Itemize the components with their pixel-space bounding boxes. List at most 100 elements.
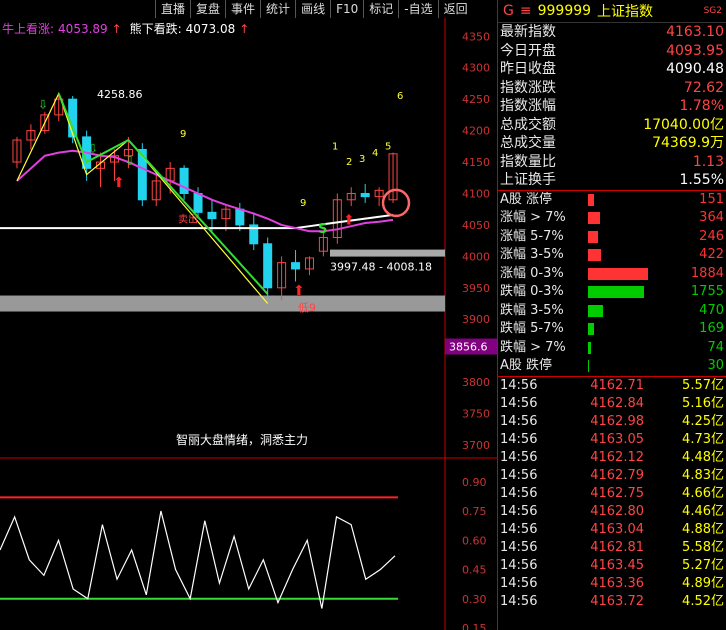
tick-time: 14:56 bbox=[500, 539, 538, 555]
quote-label: 总成交额 bbox=[500, 116, 556, 133]
count-label: 1 bbox=[332, 141, 338, 152]
sub-y-tick-label: 0.30 bbox=[462, 593, 487, 606]
toolbar-button-2[interactable]: 事件 bbox=[225, 0, 260, 18]
y-tick-label: 4300 bbox=[462, 62, 490, 75]
distribution-label: 跌幅 > 7% bbox=[500, 339, 566, 355]
distribution-bar bbox=[588, 341, 591, 354]
distribution-bar bbox=[588, 249, 602, 262]
tick-list[interactable]: 14:56 4162.71 5.57亿 14:56 4162.84 5.16亿 14:56 4… bbox=[498, 375, 726, 611]
support-band bbox=[0, 295, 445, 312]
tick-price: 4163.36 bbox=[590, 575, 644, 591]
distribution-value: 364 bbox=[699, 210, 724, 225]
distribution-list: A股 涨停 151 涨幅 > 7% 364 涨幅 5-7% 246 涨幅 3-5% 422 涨幅… bbox=[498, 189, 726, 376]
distribution-bar-track bbox=[588, 230, 684, 243]
tick-volume: 4.83亿 bbox=[682, 467, 724, 483]
ma-magenta-line bbox=[16, 149, 394, 233]
toolbar-button-6[interactable]: 标记 bbox=[363, 0, 398, 18]
quote-value: 74369.9万 bbox=[652, 135, 724, 151]
distribution-label: 跌幅 5-7% bbox=[500, 321, 564, 336]
tick-price: 4162.98 bbox=[590, 413, 644, 429]
tick-row: 14:56 4162.79 4.83亿 bbox=[498, 467, 726, 485]
y-tick-label: 4050 bbox=[462, 219, 490, 232]
distribution-bar bbox=[588, 212, 600, 225]
tick-volume: 4.89亿 bbox=[682, 575, 724, 591]
tick-time: 14:56 bbox=[500, 593, 538, 609]
tick-row: 14:56 4162.98 4.25亿 bbox=[498, 413, 726, 431]
resistance-band bbox=[330, 249, 445, 257]
quote-row: 总成交量 74369.9万 bbox=[498, 134, 726, 153]
distribution-bar bbox=[588, 304, 604, 317]
highlight-circle bbox=[381, 188, 411, 218]
tick-time: 14:56 bbox=[500, 413, 538, 429]
stock-code: 999999 bbox=[537, 3, 592, 19]
bull-arrow: ↑ bbox=[111, 22, 122, 36]
distribution-bar-track bbox=[588, 341, 684, 354]
toolbar-button-3[interactable]: 统计 bbox=[260, 0, 295, 18]
tick-time: 14:56 bbox=[500, 395, 538, 411]
toolbar-button-1[interactable]: 复盘 bbox=[190, 0, 225, 18]
tick-volume: 4.88亿 bbox=[682, 521, 724, 537]
count-label: 6 bbox=[397, 91, 403, 102]
count-label: 3 bbox=[359, 154, 365, 165]
distribution-value: 470 bbox=[699, 302, 724, 318]
y-tick-label: 4100 bbox=[462, 187, 490, 200]
count-label: 4 bbox=[372, 148, 378, 159]
distribution-label: 跌幅 0-3% bbox=[500, 284, 564, 299]
tick-price: 4162.79 bbox=[590, 467, 644, 483]
quote-value: 17040.00亿 bbox=[643, 116, 724, 133]
down-arrow-icon: ⇩ bbox=[88, 141, 98, 155]
distribution-row: 跌幅 > 7% 74 bbox=[498, 339, 726, 358]
peak-label: 4258.86 bbox=[97, 88, 143, 101]
toolbar-button-0[interactable]: 直播 bbox=[155, 0, 190, 18]
quote-row: 上证换手 1.55% bbox=[498, 171, 726, 190]
quote-row: 指数量比 1.13 bbox=[498, 153, 726, 172]
toolbar-button-5[interactable]: F10 bbox=[330, 0, 363, 18]
trough-label: 3997.48 - 4008.18 bbox=[330, 260, 432, 273]
tick-row: 14:56 4163.72 4.52亿 bbox=[498, 593, 726, 611]
distribution-label: 涨幅 0-3% bbox=[500, 265, 564, 281]
y-tick-label: 3800 bbox=[462, 376, 490, 389]
sell-label: 卖出 bbox=[178, 213, 198, 226]
toolbar: 直播 复盘 事件 统计 画线 F10 标记 -自选 返回 bbox=[155, 0, 473, 18]
distribution-row: 跌幅 5-7% 169 bbox=[498, 320, 726, 339]
distribution-label: 涨幅 > 7% bbox=[500, 210, 566, 225]
tick-time: 14:56 bbox=[500, 377, 538, 393]
tick-volume: 4.66亿 bbox=[682, 485, 724, 501]
quote-row: 指数涨跌 72.62 bbox=[498, 79, 726, 98]
distribution-row: 跌幅 3-5% 470 bbox=[498, 302, 726, 321]
y-tick-label: 4350 bbox=[462, 30, 490, 43]
toolbar-button-7[interactable]: -自选 bbox=[398, 0, 437, 18]
tick-time: 14:56 bbox=[500, 485, 538, 501]
quote-label: 指数涨幅 bbox=[500, 98, 556, 114]
quote-row: 指数涨幅 1.78% bbox=[498, 97, 726, 116]
quote-label: 上证换手 bbox=[500, 172, 556, 188]
tick-volume: 4.52亿 bbox=[682, 593, 724, 609]
zigzag-green bbox=[57, 93, 269, 295]
toolbar-button-4[interactable]: 画线 bbox=[295, 0, 330, 18]
y-tick-label: 4150 bbox=[462, 156, 490, 169]
tick-volume: 5.58亿 bbox=[682, 539, 724, 555]
quote-header: G ≡ 999999 上证指数 SG2 bbox=[498, 0, 726, 23]
count-label: 5 bbox=[385, 141, 391, 152]
tick-price: 4162.81 bbox=[590, 539, 644, 555]
tick-price: 4162.71 bbox=[590, 377, 644, 393]
tick-time: 14:56 bbox=[500, 575, 538, 591]
menu-icon[interactable]: ≡ bbox=[520, 3, 532, 19]
tick-row: 14:56 4162.81 5.58亿 bbox=[498, 539, 726, 557]
quote-value: 1.55% bbox=[679, 172, 724, 188]
tick-price: 4162.84 bbox=[590, 395, 644, 411]
y-tick-label: 4200 bbox=[462, 125, 490, 138]
kline-chart[interactable]: 4350 4300 4250 4200 4150 4100 4050 4000 3950 3900… bbox=[0, 0, 497, 630]
tick-time: 14:56 bbox=[500, 467, 538, 483]
distribution-bar-track bbox=[588, 286, 684, 299]
price-tag-label: 3856.6 bbox=[449, 341, 488, 354]
tick-price: 4163.45 bbox=[590, 557, 644, 573]
distribution-label: A股 跌停 bbox=[500, 358, 553, 373]
tick-time: 14:56 bbox=[500, 431, 538, 447]
candle-body bbox=[291, 262, 301, 270]
tick-volume: 4.46亿 bbox=[682, 503, 724, 519]
distribution-label: A股 涨停 bbox=[500, 191, 553, 207]
sub-y-tick-label: 0.90 bbox=[462, 476, 487, 489]
up-arrow-icon: ⬆ bbox=[293, 283, 305, 299]
toolbar-button-8[interactable]: 返回 bbox=[437, 0, 473, 18]
